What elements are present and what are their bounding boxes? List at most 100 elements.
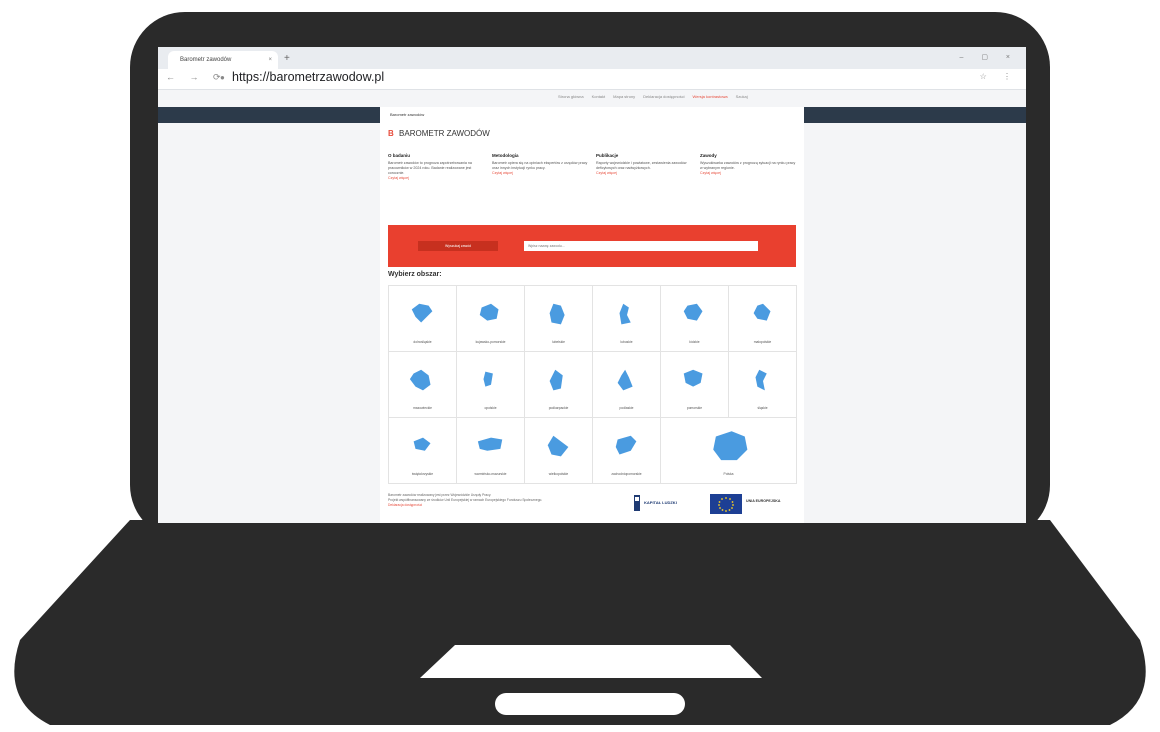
region-label: śląskie xyxy=(757,406,768,410)
region-map-icon xyxy=(615,435,637,455)
region-tile[interactable]: małopolskie xyxy=(729,286,797,352)
address-bar: ← → ⟳ ● https://barometrzawodow.pl ☆ ⋮ xyxy=(158,69,1026,90)
region-label: lubuskie xyxy=(620,340,633,344)
nav-buttons[interactable]: ← → ⟳ xyxy=(166,72,227,83)
search-input[interactable] xyxy=(524,241,758,251)
region-tile[interactable]: zachodniopomorskie xyxy=(593,418,661,484)
browser-screen: Barometr zawodów × + – ▢ × ← → ⟳ ● https… xyxy=(158,47,1026,523)
read-more-link[interactable]: Czytaj więcej xyxy=(492,171,588,175)
region-tile[interactable]: mazowieckie xyxy=(389,352,457,418)
info-column: Metodologia Barometr opiera się na opini… xyxy=(492,153,588,175)
region-map-icon xyxy=(549,369,563,391)
region-label: Polska xyxy=(723,472,734,476)
region-map-icon xyxy=(549,303,565,325)
region-map-icon xyxy=(683,303,703,321)
laptop-trackpad xyxy=(420,645,762,678)
top-nav-link[interactable]: Szukaj xyxy=(736,94,748,99)
brand-name: BAROMETR ZAWODÓW xyxy=(399,129,490,138)
region-label: podkarpackie xyxy=(548,406,569,410)
new-tab-icon[interactable]: + xyxy=(284,53,290,64)
lock-icon: ● xyxy=(220,73,225,82)
region-label: wielkopolskie xyxy=(548,472,569,476)
region-tile[interactable]: Polska xyxy=(661,418,797,484)
region-label: warmińsko-mazurskie xyxy=(474,472,507,476)
laptop-slot xyxy=(495,693,685,715)
region-tile[interactable]: lubelskie xyxy=(525,286,593,352)
top-nav-link[interactable]: Mapa strony xyxy=(613,94,635,99)
window-controls[interactable]: – ▢ × xyxy=(960,53,1018,61)
region-map-icon xyxy=(547,435,569,457)
region-tile[interactable]: wielkopolskie xyxy=(525,418,593,484)
choose-region-heading: Wybierz obszar: xyxy=(388,271,442,278)
region-tile[interactable]: podlaskie xyxy=(593,352,661,418)
read-more-link[interactable]: Czytaj więcej xyxy=(700,171,796,175)
region-tile[interactable]: podkarpackie xyxy=(525,352,593,418)
column-title: Publikacje xyxy=(596,153,619,158)
region-shape xyxy=(755,369,767,391)
region-shape xyxy=(683,369,703,387)
region-map-icon xyxy=(753,303,771,321)
url-input[interactable]: https://barometrzawodow.pl xyxy=(232,70,384,84)
footer-text: Barometr zawodów realizowany jest przez … xyxy=(388,493,588,508)
column-text: Wyszukiwarka zawodów z prognozą sytuacji… xyxy=(700,161,796,170)
region-tile[interactable]: kujawsko-pomorskie xyxy=(457,286,525,352)
region-shape xyxy=(617,369,633,391)
kapital-ludzki-logo: KAPITAŁ LUDZKI xyxy=(634,495,677,511)
top-nav-link[interactable]: Wersja kontrastowa xyxy=(693,94,728,99)
region-shape xyxy=(477,437,503,451)
page-tab[interactable]: Barometr zawodów xyxy=(380,107,448,123)
region-shape xyxy=(413,437,431,451)
region-label: podlaskie xyxy=(619,406,634,410)
column-text: Barometr zawodów to prognoza zapotrzebow… xyxy=(388,161,472,175)
info-column: Zawody Wyszukiwarka zawodów z prognozą s… xyxy=(700,153,796,175)
brand-logo-icon: B xyxy=(388,129,394,138)
region-label: świętokrzyskie xyxy=(411,472,434,476)
region-map-icon xyxy=(617,369,633,391)
region-label: dolnośląskie xyxy=(413,340,432,344)
column-text: Raporty wojewódzkie i powiatowe, zestawi… xyxy=(596,161,687,170)
region-label: łódzkie xyxy=(689,340,700,344)
site-top-nav: Strona główna Kontakt Mapa strony Deklaracj… xyxy=(158,89,1026,107)
footer-link[interactable]: Deklaracja dostępności xyxy=(388,503,588,508)
page-content: Barometr zawodów B BAROMETR ZAWODÓW O ba… xyxy=(380,107,804,523)
column-title: O badaniu xyxy=(388,153,411,158)
top-nav-link[interactable]: Kontakt xyxy=(592,94,606,99)
region-label: zachodniopomorskie xyxy=(611,472,642,476)
region-map-icon xyxy=(483,371,493,387)
read-more-link[interactable]: Czytaj więcej xyxy=(388,176,484,180)
region-tile[interactable]: opolskie xyxy=(457,352,525,418)
tab-bar: Barometr zawodów × + – ▢ × xyxy=(158,47,1026,69)
search-band: Wyszukaj zawód xyxy=(388,225,796,267)
region-tile[interactable]: warmińsko-mazurskie xyxy=(457,418,525,484)
tab-title: Barometr zawodów xyxy=(180,57,232,63)
column-title: Zawody xyxy=(700,153,717,158)
region-map-icon xyxy=(619,303,631,325)
region-shape xyxy=(549,303,565,325)
region-label: mazowieckie xyxy=(413,406,432,410)
region-label: małopolskie xyxy=(753,340,772,344)
region-label: pomorskie xyxy=(686,406,703,410)
region-label: opolskie xyxy=(484,406,497,410)
region-tile[interactable]: lubuskie xyxy=(593,286,661,352)
brand[interactable]: B BAROMETR ZAWODÓW xyxy=(388,129,490,138)
region-label: kujawsko-pomorskie xyxy=(475,340,506,344)
read-more-link[interactable]: Czytaj więcej xyxy=(596,171,692,175)
toolbar-icons[interactable]: ☆ ⋮ xyxy=(980,72,1018,81)
region-tile[interactable]: pomorskie xyxy=(661,352,729,418)
tab-close-icon[interactable]: × xyxy=(268,51,272,69)
region-shape xyxy=(753,303,771,321)
region-label: lubelskie xyxy=(552,340,565,344)
region-tile[interactable]: łódzkie xyxy=(661,286,729,352)
region-map-icon xyxy=(713,431,748,461)
region-tile[interactable]: świętokrzyskie xyxy=(389,418,457,484)
browser-tab[interactable]: Barometr zawodów × xyxy=(168,51,278,69)
region-tile[interactable]: dolnośląskie xyxy=(389,286,457,352)
region-map-icon xyxy=(411,303,433,323)
info-column: O badaniu Barometr zawodów to prognoza z… xyxy=(388,153,484,180)
region-map-icon xyxy=(479,303,499,321)
top-nav-link[interactable]: Deklaracja dostępności xyxy=(643,94,684,99)
region-tile[interactable]: śląskie xyxy=(729,352,797,418)
search-button[interactable]: Wyszukaj zawód xyxy=(418,241,498,251)
top-nav-link[interactable]: Strona główna xyxy=(558,94,584,99)
region-shape xyxy=(713,431,748,461)
